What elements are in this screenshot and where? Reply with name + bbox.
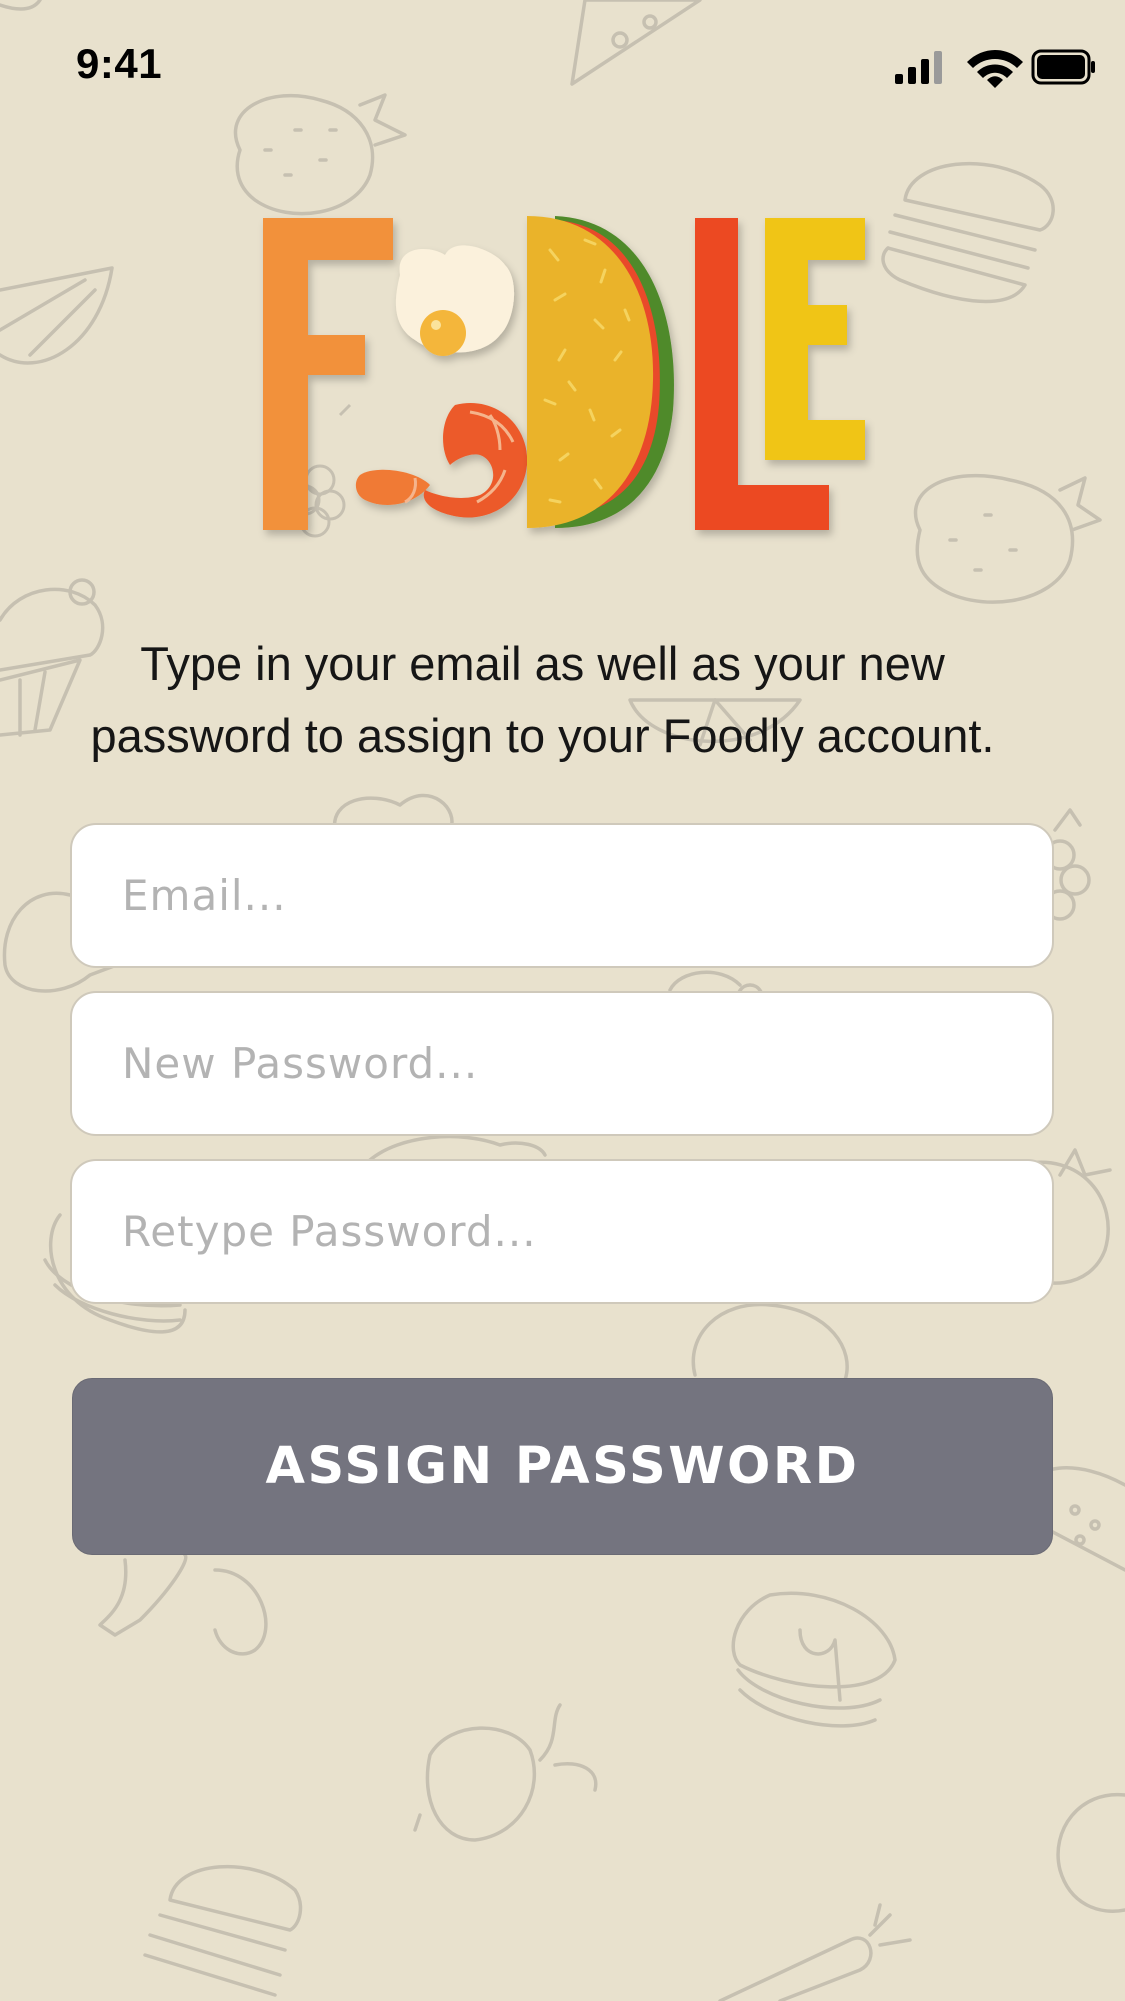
- egg-icon: [395, 245, 515, 356]
- retype-password-field-container: [70, 1159, 1054, 1304]
- new-password-input[interactable]: [72, 993, 1052, 1134]
- carrot-doodle-icon: [718, 1903, 912, 2001]
- apple-doodle-icon: [1056, 1792, 1125, 1913]
- shrimp-doodle-icon: [98, 1553, 268, 1656]
- assign-password-button[interactable]: ASSIGN PASSWORD: [72, 1378, 1053, 1555]
- status-time: 9:41: [76, 40, 163, 87]
- email-input[interactable]: [72, 825, 1052, 966]
- burger-doodle-icon: [881, 161, 1055, 304]
- logo-letter-l: [695, 218, 829, 530]
- egg-doodle-icon: [691, 1302, 849, 1382]
- foodle-logo: [263, 216, 865, 538]
- burger-doodle-icon: [143, 1864, 303, 1997]
- cellular-signal-icon: [895, 51, 942, 84]
- radish-doodle-icon: [413, 1703, 598, 1842]
- email-field-container: [70, 823, 1054, 968]
- pancakes-doodle-icon: [731, 1591, 897, 1728]
- logo-letter-e: [765, 218, 865, 460]
- citrus-doodle-icon: [0, 266, 114, 365]
- status-icons: [895, 49, 1095, 88]
- instruction-text: Type in your email as well as your new p…: [90, 637, 995, 762]
- strawberry-doodle-icon: [913, 473, 1102, 604]
- sausage-doodle-icon: [368, 1134, 547, 1162]
- wifi-icon: [967, 50, 1023, 88]
- battery-icon: [1031, 49, 1095, 85]
- taco-icon: [527, 216, 674, 528]
- retype-password-input[interactable]: [72, 1161, 1052, 1302]
- status-bar: 9:41: [0, 0, 1125, 130]
- shrimp-icon: [355, 403, 528, 518]
- new-password-field-container: [70, 991, 1054, 1136]
